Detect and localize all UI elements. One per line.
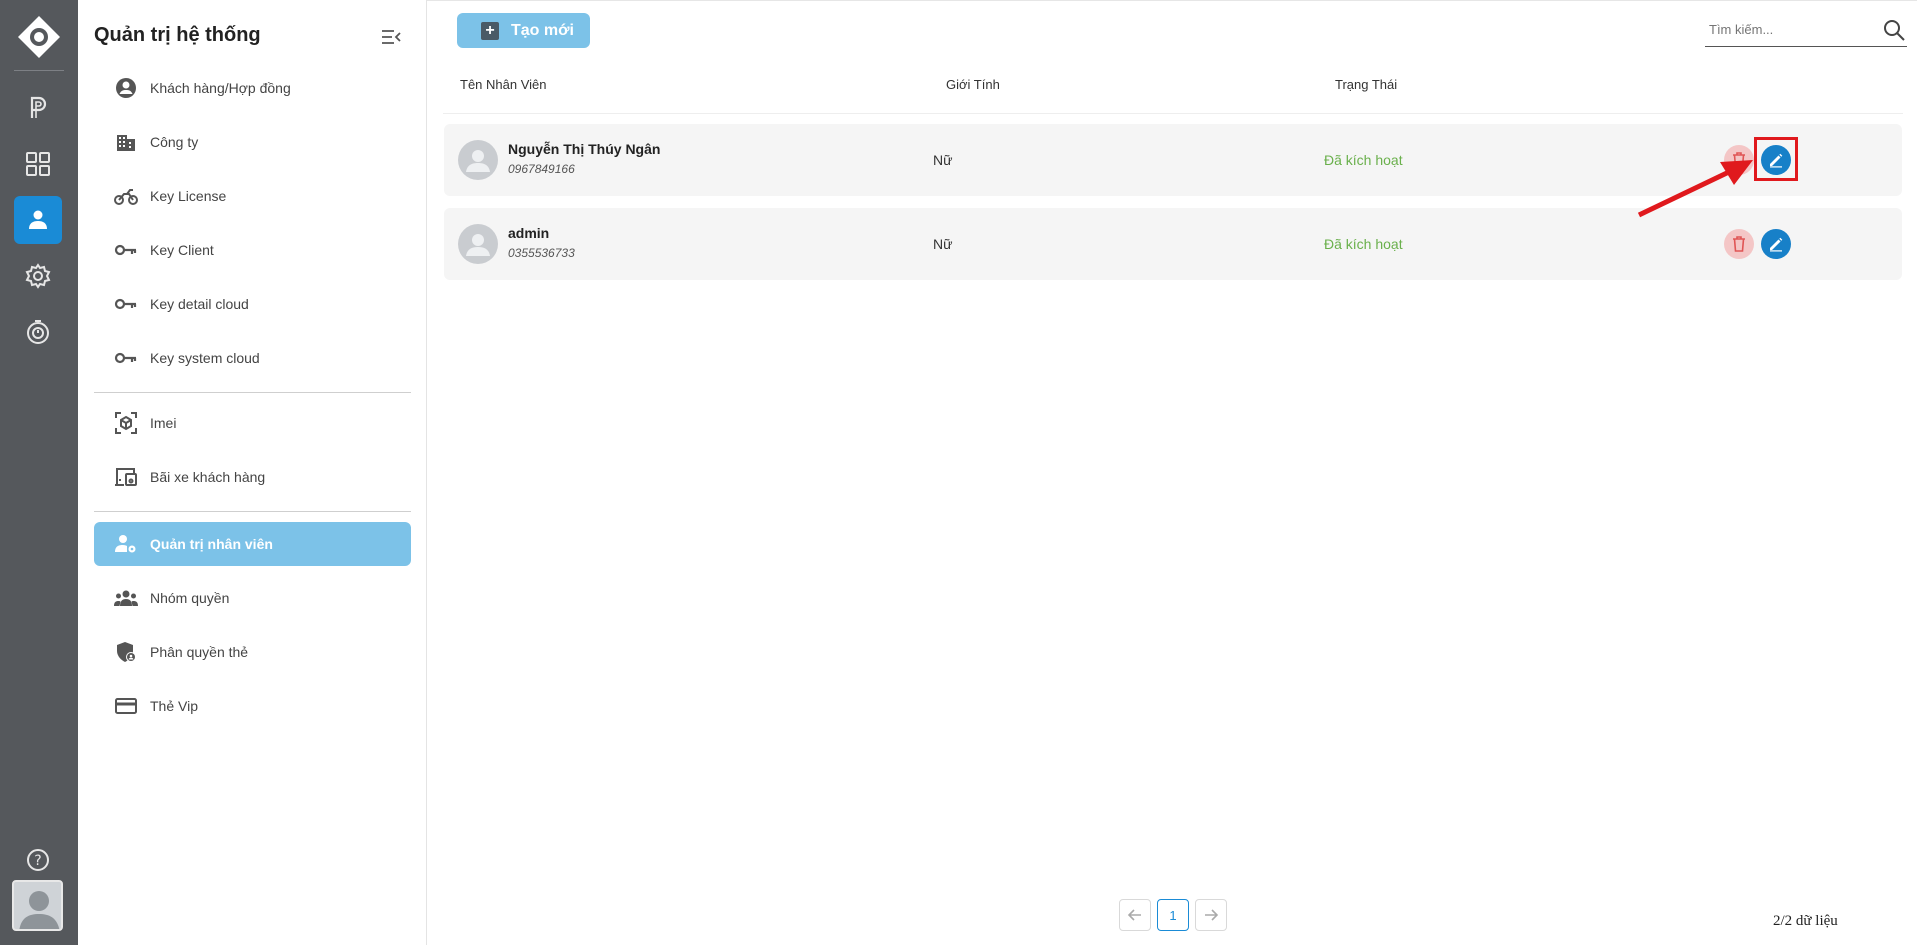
sidebar-item-label: Nhóm quyền (150, 590, 230, 606)
table-header-divider (443, 113, 1903, 114)
app-logo-icon[interactable] (16, 14, 62, 60)
sidebar-item-label: Key Client (150, 242, 214, 258)
scan-cube-icon (114, 411, 138, 435)
sidebar-item-label: Key system cloud (150, 350, 260, 366)
history-timer-icon[interactable] (14, 308, 62, 356)
current-user-avatar[interactable] (12, 880, 63, 931)
sidebar-divider (94, 392, 411, 393)
icon-rail: ? (0, 0, 78, 945)
employee-gender: Nữ (933, 152, 953, 168)
collapse-menu-icon[interactable] (380, 26, 402, 48)
sidebar-item-label: Công ty (150, 134, 199, 150)
shield-user-icon (114, 640, 138, 664)
sidebar-item-permission-groups[interactable]: Nhóm quyền (94, 576, 411, 620)
search-box (1705, 13, 1907, 47)
sidebar-item-key-license[interactable]: Key License (94, 174, 411, 218)
arrow-left-icon (1127, 909, 1141, 921)
employee-phone: 0967849166 (508, 162, 575, 176)
sidebar: Quản trị hệ thống Khách hàng/Hợp đồng Cô… (78, 0, 427, 945)
annotation-arrow-icon (1637, 160, 1753, 218)
help-icon[interactable]: ? (14, 836, 62, 884)
sidebar-item-staff-admin[interactable]: Quản trị nhân viên (94, 522, 411, 566)
sidebar-item-label: Thẻ Vip (150, 698, 198, 714)
sidebar-title: Quản trị hệ thống (94, 24, 261, 46)
settings-gear-icon[interactable] (14, 252, 62, 300)
sidebar-item-card-permission[interactable]: Phân quyền thẻ (94, 630, 411, 674)
account-circle-icon (114, 76, 138, 100)
column-header-gender[interactable]: Giới Tính (946, 77, 1000, 92)
sidebar-item-company[interactable]: Công ty (94, 120, 411, 164)
sidebar-item-vip-card[interactable]: Thẻ Vip (94, 684, 411, 728)
motorbike-icon (114, 184, 138, 208)
pencil-icon (1770, 237, 1783, 252)
user-admin-icon[interactable] (14, 196, 62, 244)
key-icon (114, 238, 138, 262)
prev-page-button[interactable] (1119, 899, 1151, 931)
sidebar-item-label: Key detail cloud (150, 296, 249, 312)
column-header-status[interactable]: Trạng Thái (1335, 77, 1397, 92)
delete-button[interactable] (1724, 229, 1754, 259)
building-icon (114, 130, 138, 154)
record-count: 2/2 dữ liệu (1773, 913, 1838, 929)
employee-phone: 0355536733 (508, 246, 575, 260)
employee-name: Nguyễn Thị Thúy Ngân (508, 141, 661, 157)
sidebar-item-key-system-cloud[interactable]: Key system cloud (94, 336, 411, 380)
employee-gender: Nữ (933, 236, 953, 252)
arrow-right-icon (1205, 909, 1219, 921)
trash-icon (1733, 236, 1745, 252)
create-new-button[interactable]: + Tạo mới (457, 13, 590, 48)
sidebar-item-label: Imei (150, 415, 177, 431)
sidebar-item-key-detail-cloud[interactable]: Key detail cloud (94, 282, 411, 326)
create-new-label: Tạo mới (511, 21, 574, 39)
dashboard-grid-icon[interactable] (14, 140, 62, 188)
edit-button[interactable] (1761, 229, 1791, 259)
sidebar-item-label: Key License (150, 188, 227, 204)
sidebar-divider (94, 511, 411, 512)
employee-status: Đã kích hoạt (1324, 152, 1403, 168)
sidebar-item-label: Quản trị nhân viên (150, 536, 273, 552)
sidebar-item-imei[interactable]: Imei (94, 401, 411, 445)
search-icon[interactable] (1883, 19, 1905, 41)
credit-card-icon (114, 694, 138, 718)
user-avatar-icon (458, 224, 498, 264)
sidebar-item-customer-contract[interactable]: Khách hàng/Hợp đồng (94, 66, 411, 110)
page-button[interactable]: 1 (1157, 899, 1189, 931)
next-page-button[interactable] (1195, 899, 1227, 931)
pagination: 1 (1119, 899, 1227, 931)
employee-status: Đã kích hoạt (1324, 236, 1403, 252)
employee-name: admin (508, 225, 550, 241)
parking-icon[interactable] (14, 84, 62, 132)
rail-divider (14, 70, 64, 71)
user-settings-icon (114, 532, 138, 556)
sidebar-item-customer-parking[interactable]: Bãi xe khách hàng (94, 455, 411, 499)
key-icon (114, 292, 138, 316)
devices-icon (114, 465, 138, 489)
svg-text:?: ? (34, 853, 41, 869)
group-icon (114, 586, 138, 610)
search-input[interactable] (1705, 22, 1865, 37)
key-icon (114, 346, 138, 370)
user-avatar-icon (458, 140, 498, 180)
sidebar-item-key-client[interactable]: Key Client (94, 228, 411, 272)
sidebar-item-label: Phân quyền thẻ (150, 644, 249, 660)
sidebar-item-label: Bãi xe khách hàng (150, 469, 266, 485)
main-content: + Tạo mới Tên Nhân Viên Giới Tính Trạng … (427, 0, 1917, 945)
sidebar-item-label: Khách hàng/Hợp đồng (150, 80, 291, 96)
plus-icon: + (481, 21, 499, 40)
column-header-name[interactable]: Tên Nhân Viên (460, 77, 547, 92)
